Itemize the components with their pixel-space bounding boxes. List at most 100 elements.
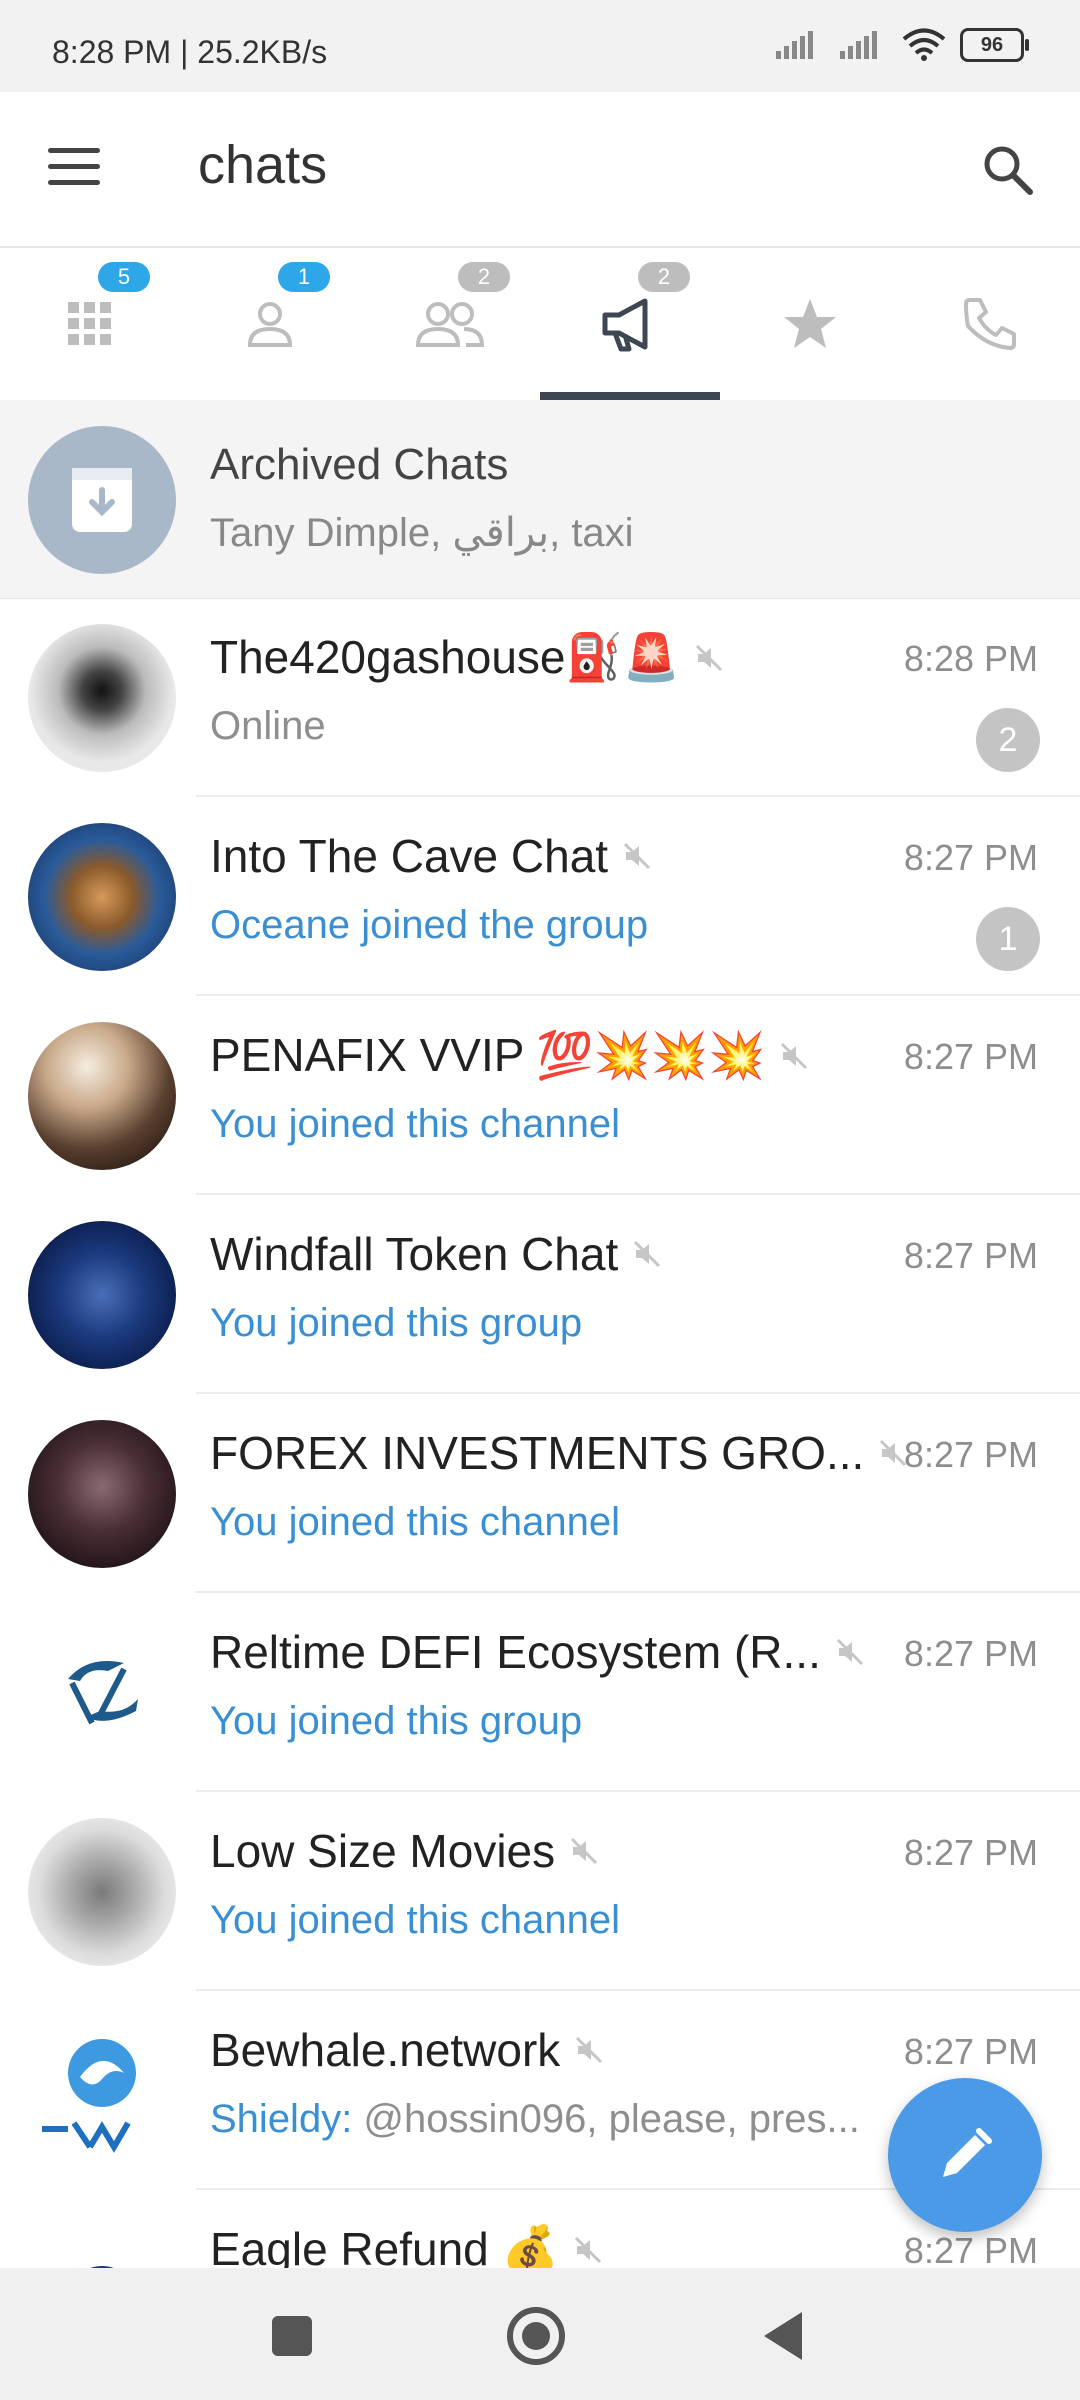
chat-title: Eagle Refund 💰	[210, 2223, 559, 2268]
archive-avatar	[28, 426, 176, 574]
message-text: @hossin096, please, pres...	[352, 2097, 860, 2141]
tab-calls[interactable]	[900, 248, 1080, 400]
chat-name: The420gashouse⛽🚨	[210, 630, 724, 685]
tab-contacts[interactable]: 1	[180, 248, 360, 400]
tab-all[interactable]: 5	[0, 248, 180, 400]
muted-icon	[781, 1042, 808, 1069]
avatar	[28, 624, 176, 772]
chat-time: 8:27 PM	[903, 837, 1038, 878]
chat-message: Shieldy: @hossin096, please, pres...	[210, 2097, 860, 2142]
unread-badge: 2	[976, 708, 1040, 772]
status-icons: 96	[774, 28, 1029, 62]
app-bar: chats	[0, 92, 1080, 248]
tab-badge: 5	[98, 262, 150, 292]
battery-icon: 96	[960, 28, 1029, 62]
chat-name: Bewhale.network	[210, 2023, 604, 2077]
bewhale-logo	[38, 2039, 166, 2153]
megaphone-icon	[602, 298, 648, 352]
search-icon[interactable]	[978, 140, 1038, 200]
tab-badge: 1	[278, 262, 330, 292]
chat-row[interactable]: Reltime DEFI Ecosystem (R... 8:27 PM You…	[0, 1593, 1080, 1792]
chat-time: 8:27 PM	[903, 1235, 1038, 1276]
recents-button-icon[interactable]	[260, 2304, 324, 2368]
chat-message: You joined this channel	[210, 1500, 620, 1544]
page-title: chats	[198, 135, 328, 195]
chat-row[interactable]: FOREX INVESTMENTS GRO... 8:27 PM You joi…	[0, 1394, 1080, 1593]
people-icon	[415, 302, 485, 347]
chat-title: Reltime DEFI Ecosystem (R...	[210, 1626, 821, 1678]
muted-icon	[574, 2236, 601, 2263]
status-time: 8:28 PM | 25.2KB/s	[52, 34, 328, 70]
active-tab-indicator	[540, 392, 720, 400]
wifi-icon	[902, 28, 946, 61]
chat-title: PENAFIX VVIP 💯💥💥💥	[210, 1029, 766, 1081]
chat-row[interactable]: Into The Cave Chat 8:27 PM Oceane joined…	[0, 797, 1080, 996]
avatar	[28, 1619, 176, 1767]
chat-time: 8:27 PM	[903, 1434, 1038, 1475]
chat-name: PENAFIX VVIP 💯💥💥💥	[210, 1028, 809, 1083]
star-icon	[784, 299, 836, 348]
phone-icon	[964, 298, 1016, 350]
chat-title: Windfall Token Chat	[210, 1228, 619, 1280]
chat-row[interactable]: Low Size Movies 8:27 PM You joined this …	[0, 1792, 1080, 1991]
archive-icon	[72, 468, 132, 532]
compose-button[interactable]	[888, 2078, 1042, 2232]
muted-icon	[696, 644, 723, 671]
grid-icon	[68, 302, 111, 345]
message-sender: Shieldy:	[210, 2097, 353, 2141]
muted-icon	[624, 842, 651, 870]
tab-badge: 2	[638, 262, 690, 292]
chat-time: 8:27 PM	[903, 2031, 1038, 2072]
eagle-logo	[90, 2266, 114, 2268]
chat-message: You joined this channel	[210, 1898, 620, 1942]
chat-message: Online	[210, 704, 326, 748]
chat-name: Windfall Token Chat	[210, 1227, 662, 1281]
status-bar: 8:28 PM | 25.2KB/s 96	[0, 0, 1080, 92]
chat-title: Low Size Movies	[210, 1825, 556, 1877]
chat-title: The420gashouse⛽🚨	[210, 631, 681, 683]
chat-message: You joined this channel	[210, 1102, 620, 1146]
avatar	[28, 2216, 176, 2268]
chat-message: You joined this group	[210, 1699, 583, 1743]
tab-groups[interactable]: 2	[360, 248, 540, 400]
chat-name: Eagle Refund 💰	[210, 2222, 603, 2268]
chat-row[interactable]: The420gashouse⛽🚨 8:28 PM Online 2	[0, 598, 1080, 797]
tab-channels[interactable]: 2	[540, 248, 720, 400]
archived-title: Archived Chats	[210, 440, 509, 489]
chat-name: Reltime DEFI Ecosystem (R...	[210, 1625, 865, 1679]
chat-time: 8:27 PM	[903, 2230, 1038, 2268]
chat-title: Into The Cave Chat	[210, 830, 609, 882]
tab-badge: 2	[458, 262, 510, 292]
chat-row[interactable]: Windfall Token Chat 8:27 PM You joined t…	[0, 1195, 1080, 1394]
signal-icon-2	[840, 31, 877, 59]
avatar	[28, 1818, 176, 1966]
avatar	[28, 823, 176, 971]
chat-message: You joined this group	[210, 1301, 583, 1345]
chat-time: 8:28 PM	[903, 638, 1038, 679]
reltime-logo	[68, 1661, 138, 1725]
chat-name: FOREX INVESTMENTS GRO...	[210, 1426, 908, 1480]
chat-name: Into The Cave Chat	[210, 829, 652, 883]
avatar	[28, 1221, 176, 1369]
folder-tabs: 5 1 2 2	[0, 248, 1080, 400]
home-button-icon[interactable]	[504, 2304, 568, 2368]
archived-chats-row[interactable]: Archived Chats Tany Dimple, براقي, taxi	[0, 400, 1080, 599]
unread-badge: 1	[976, 907, 1040, 971]
chat-name: Low Size Movies	[210, 1824, 599, 1878]
tab-favorites[interactable]	[720, 248, 900, 400]
chat-title: Bewhale.network	[210, 2024, 561, 2076]
muted-icon	[571, 1837, 598, 1865]
chat-time: 8:27 PM	[903, 1633, 1038, 1674]
back-button-icon[interactable]	[752, 2304, 816, 2368]
signal-icon	[776, 31, 813, 59]
avatar	[28, 2017, 176, 2165]
pencil-icon	[943, 2128, 992, 2177]
chat-message: Oceane joined the group	[210, 903, 649, 947]
person-icon	[247, 302, 293, 347]
muted-icon	[836, 1638, 863, 1666]
chat-time: 8:27 PM	[903, 1832, 1038, 1873]
chat-row[interactable]: PENAFIX VVIP 💯💥💥💥 8:27 PM You joined thi…	[0, 996, 1080, 1195]
archived-subtitle: Tany Dimple, براقي, taxi	[210, 511, 634, 555]
muted-icon	[634, 1240, 661, 1268]
hamburger-menu-icon[interactable]	[48, 148, 100, 188]
